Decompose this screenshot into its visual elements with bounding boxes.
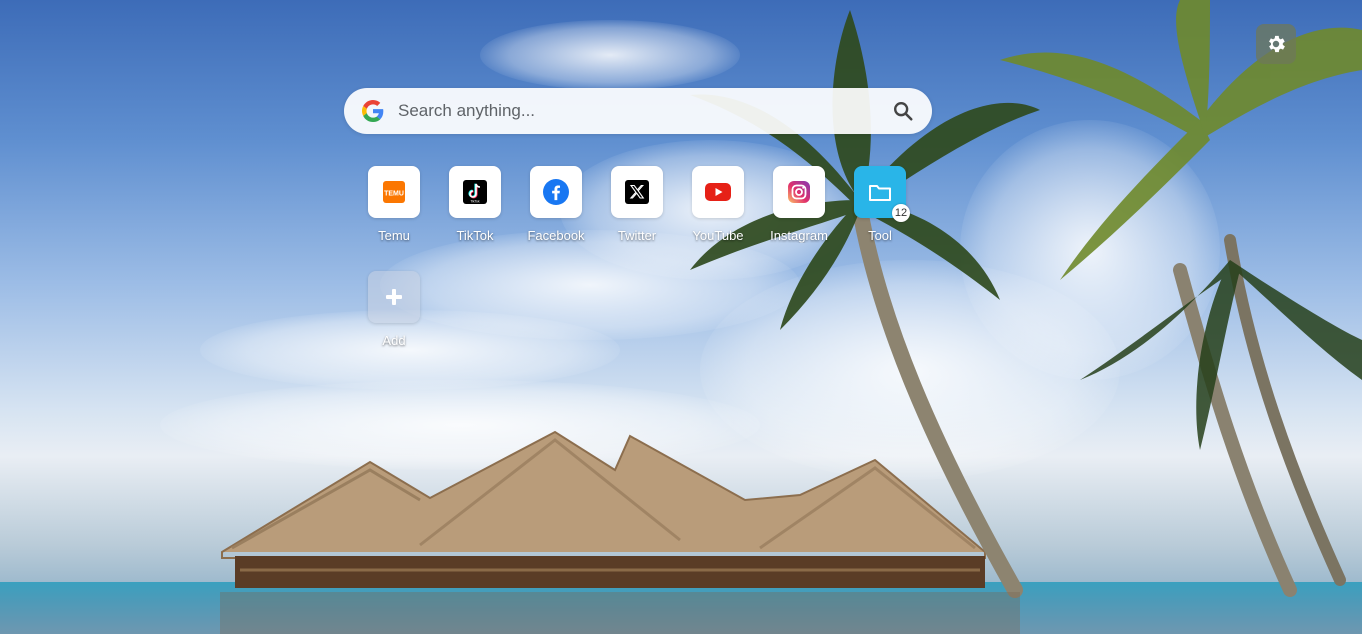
folder-tile: 12	[854, 166, 910, 222]
plus-icon	[386, 289, 402, 305]
shortcut-label: Facebook	[527, 228, 585, 243]
tiktok-icon: TikTok	[463, 180, 487, 204]
temu-logo-text: TEMU	[384, 191, 404, 198]
shortcut-tiktok[interactable]: TikTok TikTok	[435, 166, 515, 243]
shortcut-label: Temu	[378, 228, 410, 243]
shortcut-tile: TikTok	[449, 166, 501, 218]
settings-button[interactable]	[1256, 24, 1296, 64]
shortcut-label: TikTok	[456, 228, 494, 243]
shortcut-label: Twitter	[617, 228, 657, 243]
add-tile	[368, 271, 420, 323]
add-label: Add	[382, 333, 406, 348]
instagram-icon	[788, 181, 810, 203]
shortcut-instagram[interactable]: Instagram	[759, 166, 839, 243]
gear-icon	[1269, 35, 1285, 53]
shortcut-tile	[773, 166, 825, 218]
shortcut-tile	[611, 166, 663, 218]
shortcut-temu[interactable]: TEMU Temu	[354, 166, 434, 243]
youtube-icon	[705, 183, 731, 201]
shortcut-label: Instagram	[770, 228, 828, 243]
shortcut-label: YouTube	[692, 228, 744, 243]
shortcut-tile	[692, 166, 744, 218]
folder-count-badge: 12	[892, 204, 910, 222]
temu-icon: TEMU	[383, 181, 405, 203]
facebook-icon	[543, 179, 569, 205]
search-input[interactable]	[396, 90, 884, 132]
shortcut-facebook[interactable]: Facebook	[516, 166, 596, 243]
google-logo-icon	[362, 100, 384, 122]
new-tab-page: TEMU Temu TikTok TikTok Facebook	[0, 0, 1362, 634]
shortcut-label: Tool	[868, 228, 892, 243]
search-bar	[344, 88, 932, 134]
shortcut-youtube[interactable]: YouTube	[678, 166, 758, 243]
shortcut-tile	[530, 166, 582, 218]
x-icon	[625, 180, 649, 204]
tiktok-logo-text: TikTok	[470, 200, 479, 204]
shortcut-twitter[interactable]: Twitter	[597, 166, 677, 243]
shortcut-tile: TEMU	[368, 166, 420, 218]
shortcut-folder-tool[interactable]: 12 Tool	[840, 166, 920, 243]
folder-icon	[869, 185, 891, 201]
add-shortcut-button[interactable]: Add	[354, 271, 434, 348]
search-icon[interactable]	[892, 100, 914, 122]
